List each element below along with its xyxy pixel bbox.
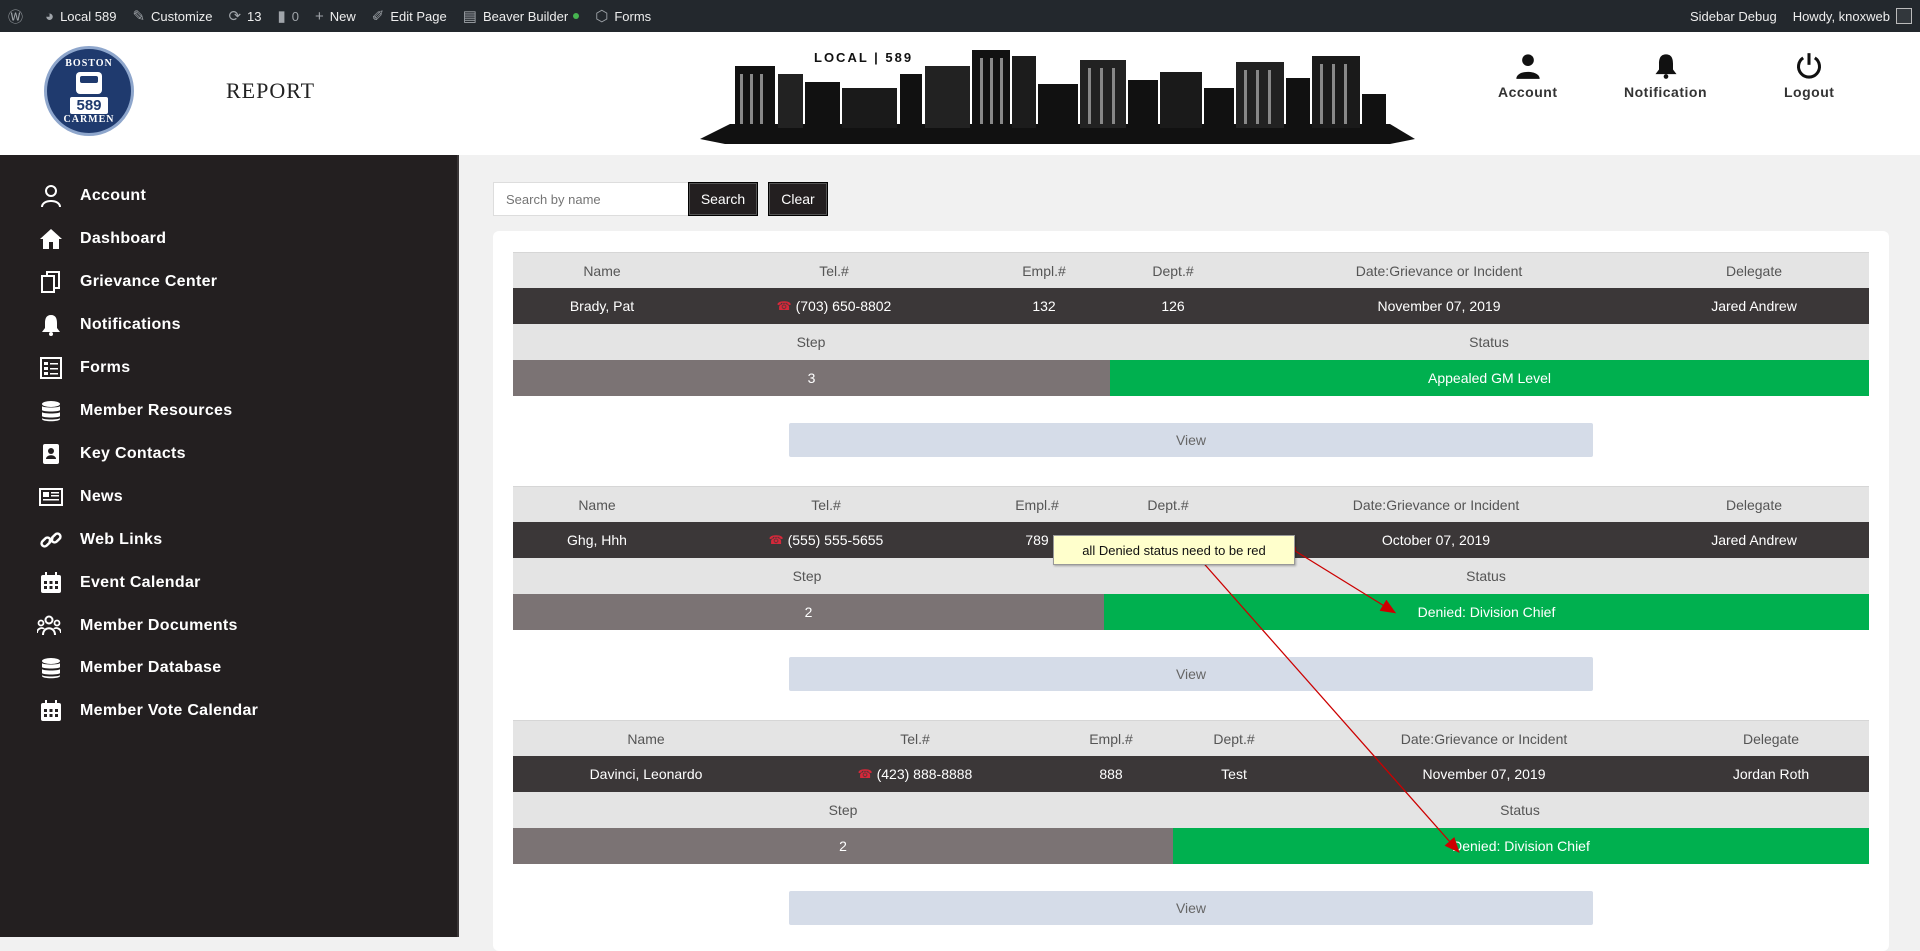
newspaper-icon (39, 488, 63, 506)
sidebar-item-member-database[interactable]: Member Database (38, 653, 221, 683)
sidebar-item-dashboard[interactable]: Dashboard (38, 224, 166, 254)
step-value: 2 (513, 828, 1173, 864)
link-icon (40, 532, 62, 548)
table-header-row: Name Tel.# Empl.# Dept.# Date:Grievance … (513, 486, 1869, 522)
beaver-builder-link[interactable]: ▤ Beaver Builder (455, 0, 587, 32)
page-title: REPORT (226, 78, 316, 103)
sidebar-item-member-resources[interactable]: Member Resources (38, 396, 232, 426)
phone-icon: ☎ (857, 767, 873, 781)
sidebar-item-news[interactable]: News (38, 482, 123, 512)
comments-link[interactable]: ▮ 0 (270, 0, 308, 32)
sidebar-item-key-contacts[interactable]: Key Contacts (38, 439, 186, 469)
status-badge: Denied: Division Chief (1104, 594, 1869, 630)
sidebar-item-member-vote-calendar[interactable]: Member Vote Calendar (38, 696, 258, 726)
city-skyline-image (700, 50, 1415, 144)
users-icon (37, 615, 61, 636)
bell-icon (42, 315, 60, 336)
form-icon (40, 357, 62, 379)
database-icon (42, 658, 60, 679)
sidebar-item-notifications[interactable]: Notifications (38, 310, 181, 340)
sidebar-item-web-links[interactable]: Web Links (38, 525, 162, 555)
avatar (1896, 8, 1912, 24)
wp-admin-bar: Ⓦ ◕ Local 589 ✎ Customize ⟳ 13 ▮ 0 + New ✐ Edi… (0, 0, 1920, 32)
gravity-forms-icon: ⬡ (595, 8, 609, 25)
copy-icon (41, 271, 60, 293)
search-input[interactable] (493, 182, 689, 216)
grievance-record: Name Tel.# Empl.# Dept.# Date:Grievance … (513, 720, 1869, 925)
search-button[interactable]: Search (688, 182, 758, 216)
header-logout-button[interactable]: Logout (1784, 52, 1834, 100)
sidebar-debug-link[interactable]: Sidebar Debug (1682, 0, 1785, 32)
forms-link[interactable]: ⬡ Forms (587, 0, 659, 32)
bus-icon (76, 71, 102, 94)
home-icon (40, 229, 62, 249)
table-row: Davinci, Leonardo ☎ (423) 888-8888 888 Te… (513, 756, 1869, 792)
step-status-row: 3 Appealed GM Level (513, 360, 1869, 396)
table-row: Brady, Pat ☎ (703) 650-8802 132 126 Novem… (513, 288, 1869, 324)
clear-button[interactable]: Clear (768, 182, 828, 216)
sidebar-item-event-calendar[interactable]: Event Calendar (38, 568, 201, 598)
sidebar-item-account[interactable]: Account (38, 181, 146, 211)
user-icon (41, 185, 61, 208)
database-icon (42, 401, 60, 422)
table-header-row: Name Tel.# Empl.# Dept.# Date:Grievance … (513, 720, 1869, 756)
sidebar-item-grievance-center[interactable]: Grievance Center (38, 267, 217, 297)
step-value: 3 (513, 360, 1110, 396)
user-icon (1516, 54, 1540, 79)
union-logo[interactable]: BOSTON 589 CARMEN (44, 46, 134, 136)
view-button[interactable]: View (789, 423, 1593, 457)
grievance-record: Name Tel.# Empl.# Dept.# Date:Grievance … (513, 252, 1869, 457)
step-status-header: Step Status (513, 324, 1869, 360)
brush-icon: ✎ (132, 8, 146, 25)
step-status-row: 2 Denied: Division Chief (513, 828, 1869, 864)
annotation-note: all Denied status need to be red (1053, 535, 1295, 565)
contact-book-icon (43, 444, 59, 464)
updates-link[interactable]: ⟳ 13 (220, 0, 269, 32)
comment-icon: ▮ (277, 8, 286, 25)
calendar-icon (41, 700, 61, 721)
step-status-row: 2 Denied: Division Chief (513, 594, 1869, 630)
status-badge: Appealed GM Level (1110, 360, 1869, 396)
status-badge: Denied: Division Chief (1173, 828, 1869, 864)
step-status-header: Step Status (513, 792, 1869, 828)
bell-icon (1655, 54, 1676, 79)
calendar-icon (41, 572, 61, 593)
sidebar-item-forms[interactable]: Forms (38, 353, 130, 383)
my-account-link[interactable]: Howdy, knoxweb (1785, 0, 1920, 32)
layout-icon: ▤ (462, 8, 477, 25)
edit-page-link[interactable]: ✐ Edit Page (364, 0, 455, 32)
site-name-link[interactable]: ◕ Local 589 (37, 0, 124, 32)
status-dot (573, 13, 580, 19)
sidebar-nav: Account Dashboard Grievance Center Notif… (0, 155, 459, 937)
refresh-icon: ⟳ (228, 8, 242, 25)
power-icon (1797, 53, 1822, 79)
site-header: BOSTON 589 CARMEN REPORT LOCAL | 589 Acc… (0, 32, 1920, 155)
plus-icon: + (315, 7, 324, 25)
phone-icon: ☎ (768, 533, 784, 547)
sidebar-item-member-documents[interactable]: Member Documents (36, 611, 238, 641)
wordpress-logo-icon[interactable]: Ⓦ (0, 0, 37, 32)
customize-link[interactable]: ✎ Customize (124, 0, 220, 32)
header-notification-button[interactable]: Notification (1624, 52, 1707, 100)
dashboard-icon: ◕ (45, 7, 55, 25)
view-button[interactable]: View (789, 657, 1593, 691)
view-button[interactable]: View (789, 891, 1593, 925)
step-value: 2 (513, 594, 1104, 630)
pencil-icon: ✐ (371, 8, 385, 25)
table-header-row: Name Tel.# Empl.# Dept.# Date:Grievance … (513, 252, 1869, 288)
phone-icon: ☎ (776, 299, 792, 313)
skyline-caption: LOCAL | 589 (814, 50, 914, 65)
header-account-button[interactable]: Account (1498, 52, 1558, 100)
new-content-link[interactable]: + New (307, 0, 364, 32)
